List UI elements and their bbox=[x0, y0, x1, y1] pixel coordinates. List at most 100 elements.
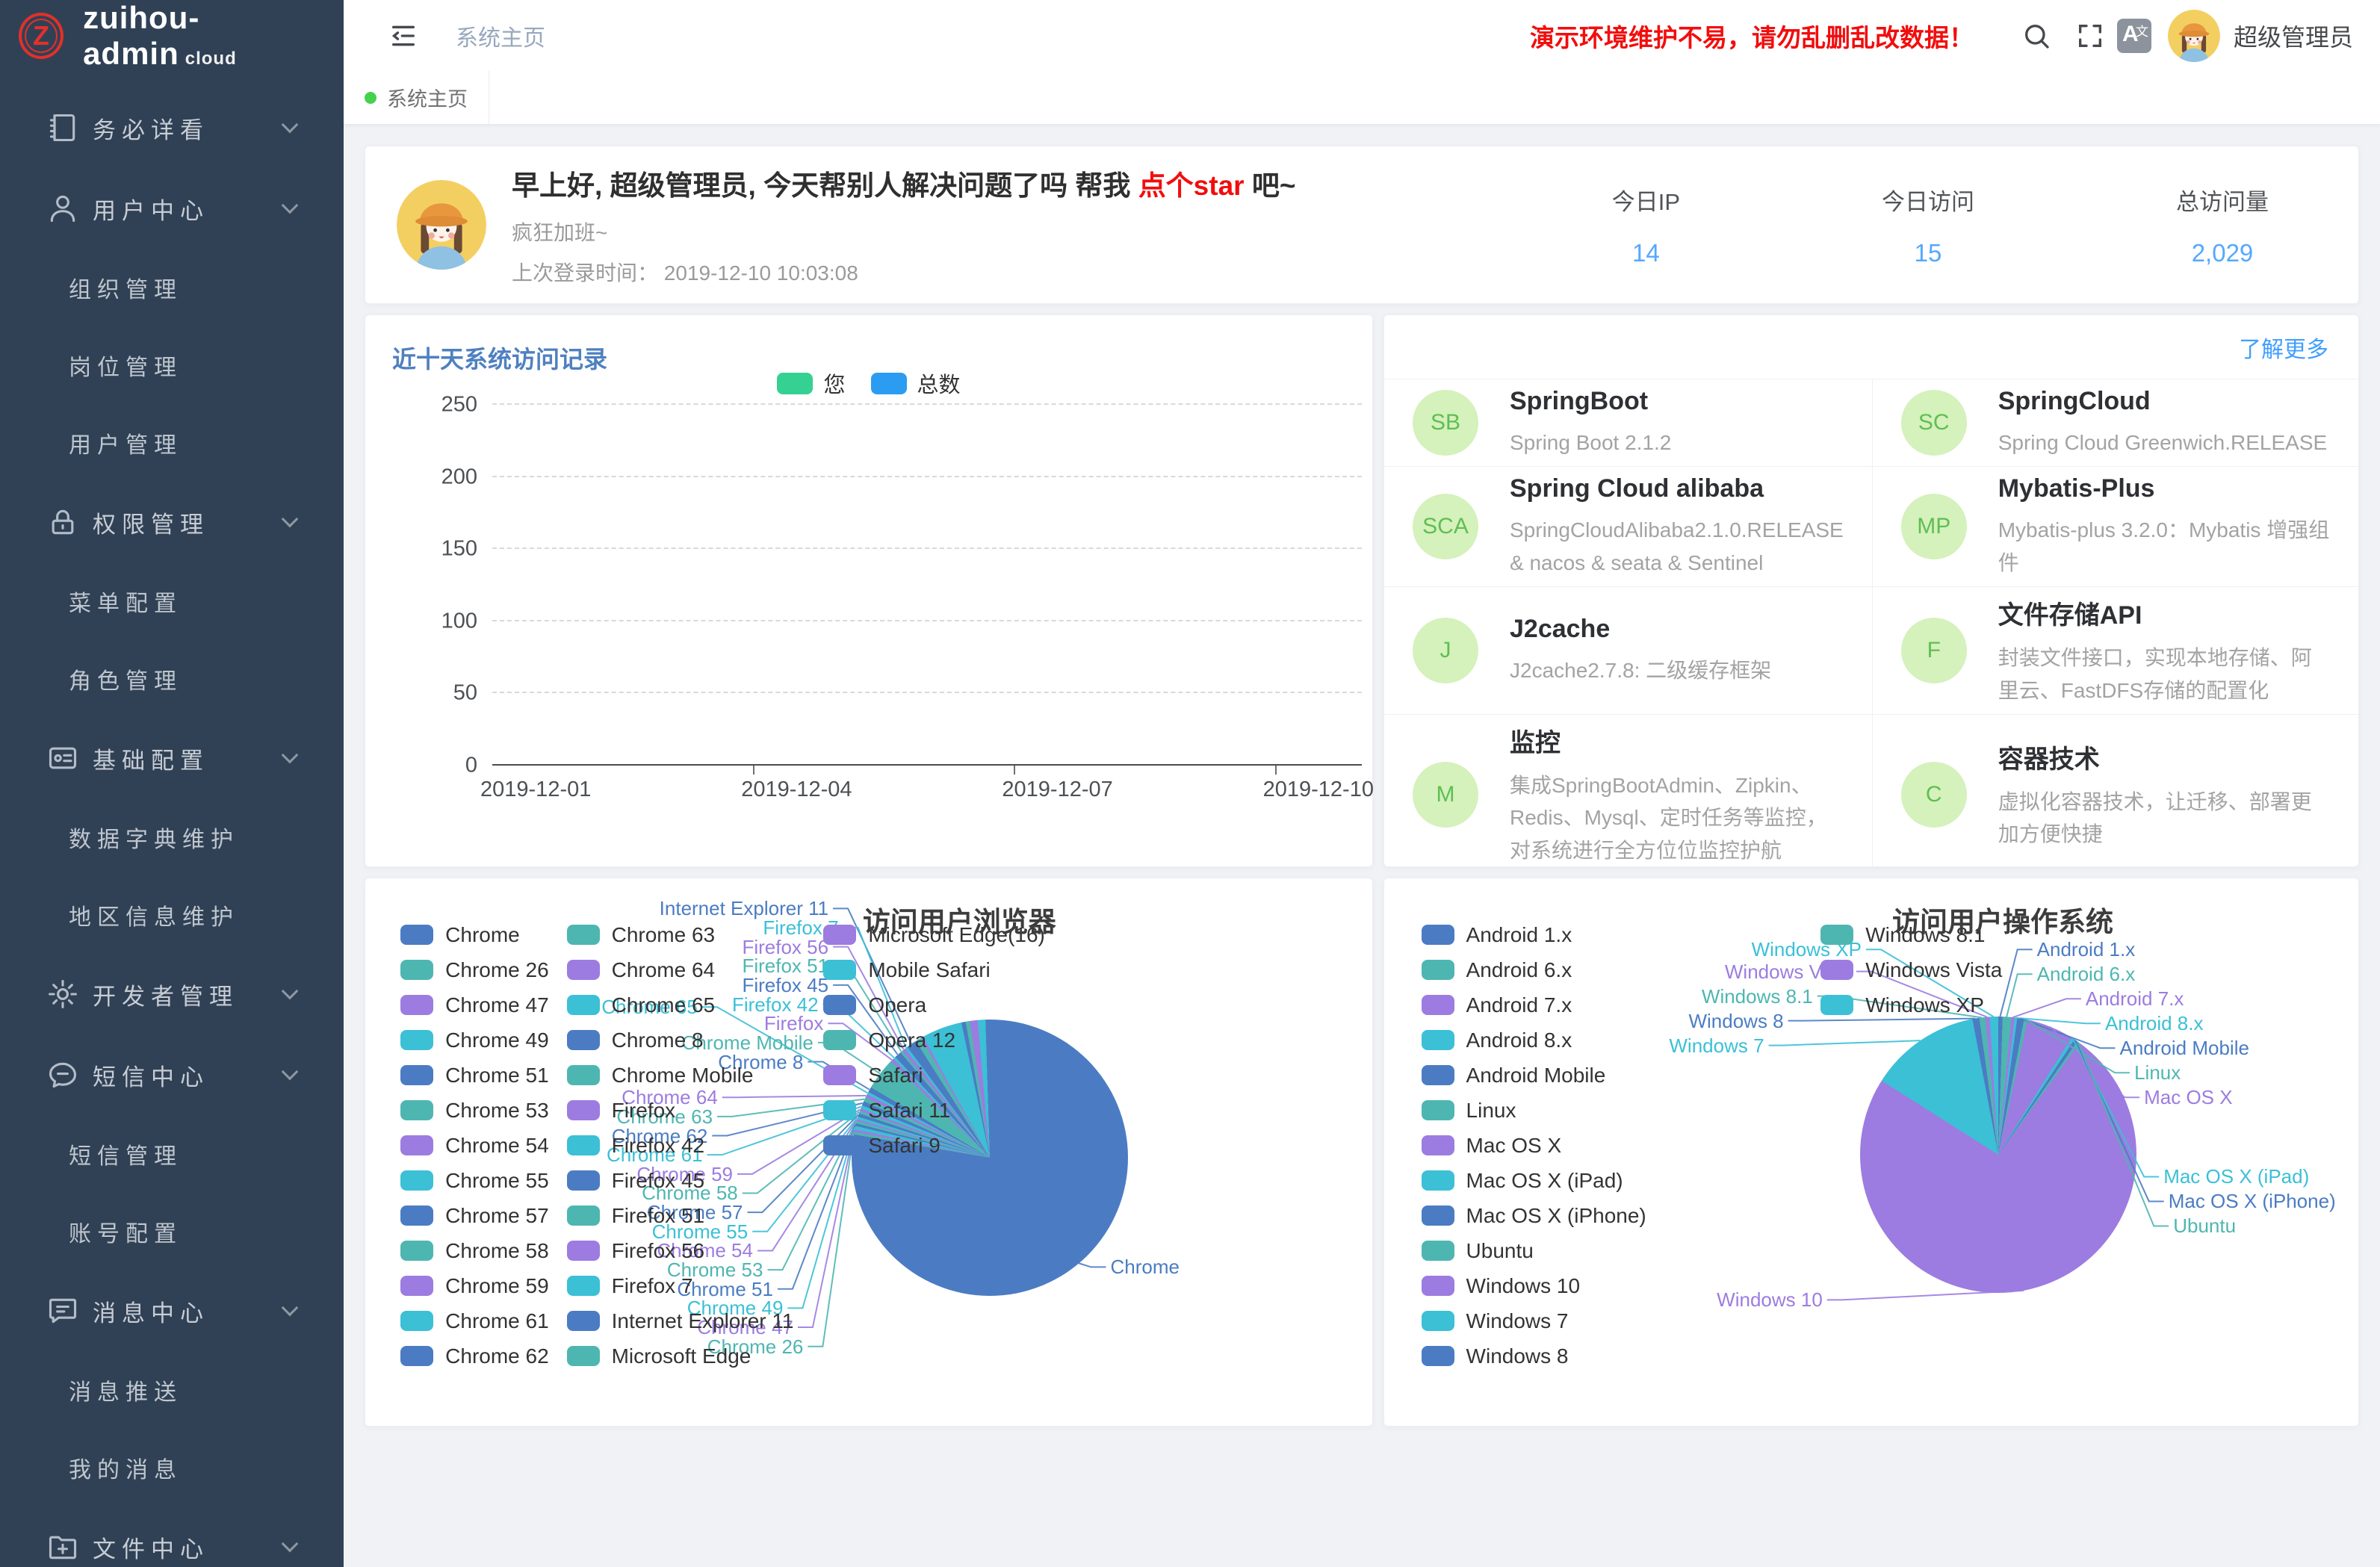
legend-item-Chrome 63[interactable]: Chrome 63 bbox=[567, 917, 794, 952]
sidebar-subitem[interactable]: 岗位管理 bbox=[0, 326, 344, 404]
legend-item-Firefox 7[interactable]: Firefox 7 bbox=[567, 1268, 794, 1303]
legend-item-Safari 9[interactable]: Safari 9 bbox=[823, 1128, 1045, 1163]
legend-item-Chrome 26[interactable]: Chrome 26 bbox=[400, 952, 549, 987]
sidebar-item-permission[interactable]: 权限管理 bbox=[0, 482, 344, 562]
legend-item-Android 1.x[interactable]: Android 1.x bbox=[1422, 917, 1646, 952]
sidebar-item-file-center[interactable]: 文件中心 bbox=[0, 1507, 344, 1567]
pie-slice-label: Mac OS X (iPad) bbox=[2163, 1164, 2309, 1188]
legend-item-Chrome 8[interactable]: Chrome 8 bbox=[567, 1023, 794, 1058]
fullscreen-icon[interactable] bbox=[2075, 21, 2105, 51]
legend-item-Internet Explorer 11[interactable]: Internet Explorer 11 bbox=[567, 1303, 794, 1338]
legend-item-Safari[interactable]: Safari bbox=[823, 1058, 1045, 1093]
legend-item-Chrome 64[interactable]: Chrome 64 bbox=[567, 952, 794, 987]
legend-swatch bbox=[1422, 1135, 1454, 1155]
legend-item-Mac OS X (iPad)[interactable]: Mac OS X (iPad) bbox=[1422, 1163, 1646, 1198]
tech-title: 监控 bbox=[1510, 722, 1844, 759]
sidebar-subitem[interactable]: 组织管理 bbox=[0, 249, 344, 326]
legend-item-Opera[interactable]: Opera bbox=[823, 987, 1045, 1023]
legend-item-Chrome 53[interactable]: Chrome 53 bbox=[400, 1093, 549, 1128]
legend-item-Chrome 65[interactable]: Chrome 65 bbox=[567, 987, 794, 1023]
legend-item-Chrome 57[interactable]: Chrome 57 bbox=[400, 1198, 549, 1233]
sidebar-subitem[interactable]: 我的消息 bbox=[0, 1429, 344, 1507]
sidebar-item-user-center[interactable]: 用户中心 bbox=[0, 168, 344, 249]
legend-item-Chrome 51[interactable]: Chrome 51 bbox=[400, 1058, 549, 1093]
language-icon[interactable]: A文 bbox=[2117, 19, 2151, 53]
legend-item-Chrome 58[interactable]: Chrome 58 bbox=[400, 1233, 549, 1268]
greeting-text: 早上好, 超级管理员, 今天帮别人解决问题了吗 帮我 点个star 吧~ 疯狂加… bbox=[512, 163, 1295, 287]
pie-chart[interactable] bbox=[1860, 1017, 2136, 1293]
legend-item-Chrome 47[interactable]: Chrome 47 bbox=[400, 987, 549, 1023]
legend-item-Ubuntu[interactable]: Ubuntu bbox=[1422, 1233, 1646, 1268]
sidebar-item-developer[interactable]: 开发者管理 bbox=[0, 954, 344, 1034]
legend-item-Android 7.x[interactable]: Android 7.x bbox=[1422, 987, 1646, 1023]
pie-legend-column: Android 1.xAndroid 6.xAndroid 7.xAndroid… bbox=[1422, 917, 1646, 1374]
sidebar-item-base-config[interactable]: 基础配置 bbox=[0, 718, 344, 798]
legend-item-总数[interactable]: 总数 bbox=[871, 367, 961, 399]
tech-desc: Spring Cloud Greenwich.RELEASE bbox=[1998, 426, 2327, 459]
legend-item-Android 8.x[interactable]: Android 8.x bbox=[1422, 1023, 1646, 1058]
x-axis-label: 2019-12-07 bbox=[1002, 778, 1112, 802]
legend-item-Chrome 61[interactable]: Chrome 61 bbox=[400, 1303, 549, 1338]
tab-home[interactable]: 系统主页 bbox=[344, 71, 489, 124]
collapse-menu-icon[interactable] bbox=[388, 21, 418, 51]
legend-item-Windows 8[interactable]: Windows 8 bbox=[1422, 1338, 1646, 1374]
sidebar: Z zuihou-admincloud 务必详看 用户中心 组织管理岗位管理用户… bbox=[0, 0, 344, 1567]
legend-item-Opera 12[interactable]: Opera 12 bbox=[823, 1023, 1045, 1058]
legend-item-Android Mobile[interactable]: Android Mobile bbox=[1422, 1058, 1646, 1093]
star-link[interactable]: 点个star bbox=[1138, 170, 1245, 201]
sidebar-subitem[interactable]: 短信管理 bbox=[0, 1115, 344, 1193]
legend-item-Windows Vista[interactable]: Windows Vista bbox=[1820, 952, 2002, 987]
sidebar-item-must-read[interactable]: 务必详看 bbox=[0, 87, 344, 168]
legend-item-Safari 11[interactable]: Safari 11 bbox=[823, 1093, 1045, 1128]
legend-swatch bbox=[823, 995, 856, 1015]
sidebar-subitem[interactable]: 消息推送 bbox=[0, 1351, 344, 1429]
sidebar-item-message-center[interactable]: 消息中心 bbox=[0, 1270, 344, 1351]
legend-item-Mac OS X (iPhone)[interactable]: Mac OS X (iPhone) bbox=[1422, 1198, 1646, 1233]
legend-item-Firefox 51[interactable]: Firefox 51 bbox=[567, 1198, 794, 1233]
sidebar-subitem[interactable]: 菜单配置 bbox=[0, 562, 344, 640]
x-axis-tick bbox=[753, 766, 754, 775]
tech-item: J J2cache J2cache2.7.8: 二级缓存框架 bbox=[1384, 587, 1873, 715]
legend-item-Firefox[interactable]: Firefox bbox=[567, 1093, 794, 1128]
legend-item-Windows 7[interactable]: Windows 7 bbox=[1422, 1303, 1646, 1338]
legend-item-Linux[interactable]: Linux bbox=[1422, 1093, 1646, 1128]
legend-item-Chrome 54[interactable]: Chrome 54 bbox=[400, 1128, 549, 1163]
legend-swatch bbox=[567, 995, 600, 1015]
tech-desc: 封装文件接口，实现本地存储、阿里云、FastDFS存储的配置化 bbox=[1998, 642, 2330, 707]
legend-item-Windows XP[interactable]: Windows XP bbox=[1820, 987, 2002, 1023]
pie-slice-label: Android Mobile bbox=[2120, 1036, 2249, 1060]
pie-slice-label: Windows 8.1 bbox=[1702, 984, 1813, 1008]
legend-item-Mac OS X[interactable]: Mac OS X bbox=[1422, 1128, 1646, 1163]
legend-item-Firefox 42[interactable]: Firefox 42 bbox=[567, 1128, 794, 1163]
legend-item-Chrome 62[interactable]: Chrome 62 bbox=[400, 1338, 549, 1374]
legend-item-Chrome 49[interactable]: Chrome 49 bbox=[400, 1023, 549, 1058]
legend-item-您[interactable]: 您 bbox=[777, 367, 845, 399]
sidebar-subitem[interactable]: 角色管理 bbox=[0, 640, 344, 718]
sidebar-subitem[interactable]: 用户管理 bbox=[0, 404, 344, 482]
legend-item-Chrome Mobile[interactable]: Chrome Mobile bbox=[567, 1058, 794, 1093]
pie-slice-label: Linux bbox=[2134, 1061, 2181, 1085]
legend-item-Firefox 56[interactable]: Firefox 56 bbox=[567, 1233, 794, 1268]
legend-item-Windows 10[interactable]: Windows 10 bbox=[1422, 1268, 1646, 1303]
search-icon[interactable] bbox=[2021, 21, 2051, 51]
legend-item-Mobile Safari[interactable]: Mobile Safari bbox=[823, 952, 1045, 987]
legend-swatch bbox=[400, 1346, 433, 1366]
legend-item-Android 6.x[interactable]: Android 6.x bbox=[1422, 952, 1646, 987]
sidebar-item-label: 务必详看 bbox=[93, 111, 209, 145]
x-axis-label: 2019-12-04 bbox=[741, 778, 852, 802]
tech-item: M 监控 集成SpringBootAdmin、Zipkin、Redis、Mysq… bbox=[1384, 715, 1873, 867]
sidebar-subitem[interactable]: 账号配置 bbox=[0, 1193, 344, 1270]
user-name: 超级管理员 bbox=[2234, 19, 2353, 53]
sidebar-subitem[interactable]: 数据字典维护 bbox=[0, 798, 344, 876]
legend-item-Firefox 45[interactable]: Firefox 45 bbox=[567, 1163, 794, 1198]
legend-item-Chrome 55[interactable]: Chrome 55 bbox=[400, 1163, 549, 1198]
legend-item-Chrome[interactable]: Chrome bbox=[400, 917, 549, 952]
legend-item-Microsoft Edge[interactable]: Microsoft Edge bbox=[567, 1338, 794, 1374]
user-avatar-large bbox=[397, 180, 486, 270]
user-avatar[interactable] bbox=[2168, 10, 2220, 62]
learn-more-link[interactable]: 了解更多 bbox=[2239, 331, 2328, 364]
sidebar-item-sms-center[interactable]: 短信中心 bbox=[0, 1034, 344, 1115]
tech-item: F 文件存储API 封装文件接口，实现本地存储、阿里云、FastDFS存储的配置… bbox=[1873, 587, 2358, 715]
legend-item-Chrome 59[interactable]: Chrome 59 bbox=[400, 1268, 549, 1303]
sidebar-subitem[interactable]: 地区信息维护 bbox=[0, 876, 344, 954]
